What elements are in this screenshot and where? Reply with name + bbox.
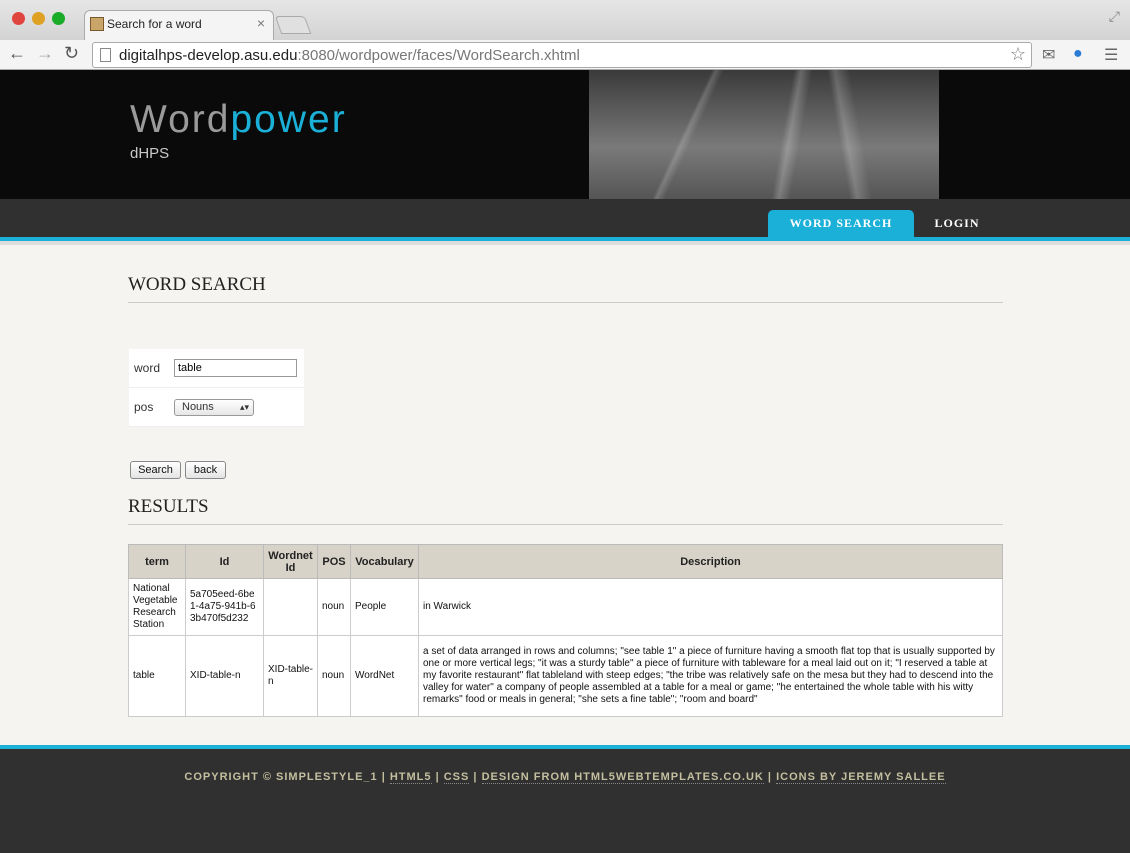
tab-close-icon[interactable]: × xyxy=(257,15,265,31)
globe-icon[interactable]: ● xyxy=(1073,45,1083,63)
icons-link[interactable]: ICONS BY JEREMY SALLEE xyxy=(776,771,946,784)
col-id: Id xyxy=(185,544,264,579)
cell-term: National Vegetable Research Station xyxy=(128,578,186,636)
reload-icon[interactable]: ↻ xyxy=(64,43,79,64)
site-header: Wordpower dHPS xyxy=(0,70,1130,199)
header-banner-image xyxy=(589,70,939,199)
pos-select[interactable]: Nouns ▴▾ xyxy=(174,398,254,416)
cell-description: in Warwick xyxy=(418,578,1003,636)
gmail-icon[interactable]: ✉ xyxy=(1042,45,1055,65)
menu-item-login[interactable]: LOGIN xyxy=(914,210,1000,241)
page-icon xyxy=(100,48,111,62)
cell-wordnet-id xyxy=(263,578,318,636)
html5-link[interactable]: HTML5 xyxy=(389,771,432,784)
site-slogan: dHPS xyxy=(130,145,170,162)
back-button[interactable]: back xyxy=(185,461,226,479)
cell-description: a set of data arranged in rows and colum… xyxy=(418,635,1003,717)
cell-term: table xyxy=(128,635,186,717)
minimize-window-icon[interactable] xyxy=(32,12,45,25)
table-row: table XID-table-n XID-table-n noun WordN… xyxy=(128,635,1003,717)
favicon-icon xyxy=(90,17,104,31)
col-description: Description xyxy=(418,544,1003,579)
results-header-row: term Id Wordnet Id POS Vocabulary Descri… xyxy=(128,544,1003,579)
cell-wordnet-id: XID-table-n xyxy=(263,635,318,717)
col-wordnet-id: Wordnet Id xyxy=(263,544,318,579)
bookmark-star-icon[interactable]: ☆ xyxy=(1010,44,1026,65)
word-label: word xyxy=(129,349,169,388)
results-heading: RESULTS xyxy=(128,496,1003,525)
search-button[interactable]: Search xyxy=(130,461,181,479)
new-tab-button[interactable] xyxy=(274,16,312,34)
pos-label: pos xyxy=(129,388,169,427)
search-form: word pos Nouns▴▾ xyxy=(129,349,304,427)
copyright-text: COPYRIGHT © SIMPLESTYLE_1 xyxy=(184,771,378,783)
menu-icon[interactable]: ☰ xyxy=(1104,45,1118,65)
browser-tab-strip: Search for a word × ⤢ xyxy=(0,0,1130,40)
cell-id: 5a705eed-6be1-4a75-941b-63b470f5d232 xyxy=(185,578,264,636)
main-content: WORD SEARCH word pos Nouns▴▾ Search back… xyxy=(0,245,1130,745)
select-arrows-icon: ▴▾ xyxy=(239,401,249,412)
cell-pos: noun xyxy=(317,578,351,636)
main-menu: WORD SEARCH LOGIN xyxy=(0,199,1130,241)
word-search-heading: WORD SEARCH xyxy=(128,274,1003,303)
forward-icon[interactable]: → xyxy=(36,43,54,64)
css-link[interactable]: CSS xyxy=(443,771,470,784)
design-link[interactable]: DESIGN FROM HTML5WEBTEMPLATES.CO.UK xyxy=(481,771,764,784)
address-bar[interactable]: digitalhps-develop.asu.edu:8080/wordpowe… xyxy=(92,42,1032,68)
site-logo[interactable]: Wordpower xyxy=(130,98,347,142)
url-text: digitalhps-develop.asu.edu:8080/wordpowe… xyxy=(119,47,580,64)
word-input[interactable] xyxy=(174,359,297,377)
cell-pos: noun xyxy=(317,635,351,717)
table-row: National Vegetable Research Station 5a70… xyxy=(128,578,1003,636)
tab-title: Search for a word xyxy=(107,17,202,31)
site-footer: COPYRIGHT © SIMPLESTYLE_1 | HTML5 | CSS … xyxy=(0,745,1130,853)
back-icon[interactable]: ← xyxy=(8,43,26,64)
browser-tab[interactable]: Search for a word × xyxy=(84,10,274,40)
col-pos: POS xyxy=(317,544,351,579)
close-window-icon[interactable] xyxy=(12,12,25,25)
cell-id: XID-table-n xyxy=(185,635,264,717)
browser-toolbar: ← → ↻ digitalhps-develop.asu.edu:8080/wo… xyxy=(0,40,1130,70)
cell-vocabulary: WordNet xyxy=(350,635,419,717)
menu-item-word-search[interactable]: WORD SEARCH xyxy=(768,210,914,241)
results-table: term Id Wordnet Id POS Vocabulary Descri… xyxy=(128,544,1003,717)
footer-text: COPYRIGHT © SIMPLESTYLE_1 | HTML5 | CSS … xyxy=(184,771,946,784)
fullscreen-icon[interactable]: ⤢ xyxy=(1109,8,1120,25)
col-term: term xyxy=(128,544,186,579)
zoom-window-icon[interactable] xyxy=(52,12,65,25)
cell-vocabulary: People xyxy=(350,578,419,636)
col-vocabulary: Vocabulary xyxy=(350,544,419,579)
